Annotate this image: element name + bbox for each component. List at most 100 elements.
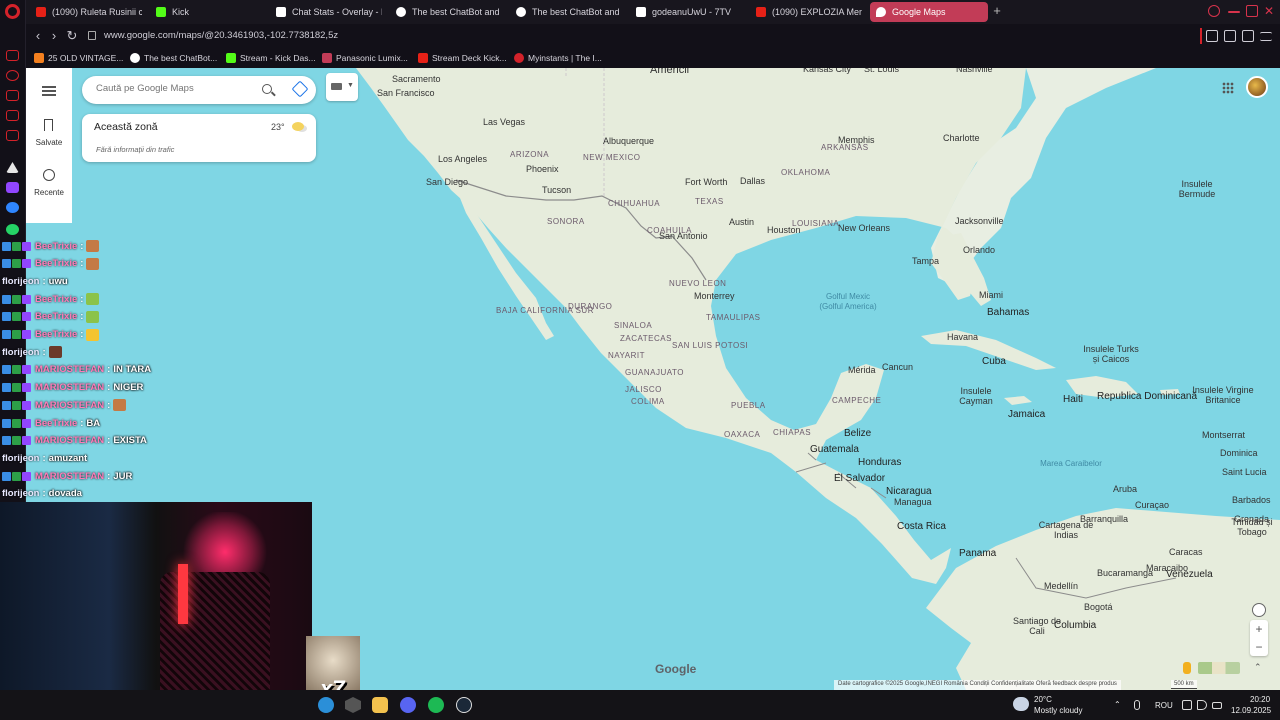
map-label[interactable]: Insulele Bermude — [1166, 179, 1228, 199]
bookmark-panasonic[interactable]: Panasonic Lumix... — [322, 51, 408, 65]
map-label[interactable]: Sacramento — [392, 74, 441, 84]
chevron-up-icon[interactable]: ⌃ — [1254, 662, 1262, 673]
map-label[interactable]: SINALOA — [614, 321, 652, 330]
map-label[interactable]: TAMAULIPAS — [706, 313, 761, 322]
map-label[interactable]: Nicaragua — [886, 486, 932, 497]
sidebar-aria-icon[interactable] — [6, 162, 19, 173]
menu-icon[interactable] — [42, 86, 56, 96]
search-icon[interactable] — [262, 84, 272, 94]
tab-chatbot-1[interactable]: The best ChatBot and W — [390, 2, 508, 22]
map-label[interactable]: St. Louis — [864, 68, 899, 74]
sidebar-wallet-icon[interactable] — [6, 110, 19, 121]
opera-logo-icon[interactable] — [5, 4, 20, 19]
map-label[interactable]: ARIZONA — [510, 150, 549, 159]
taskbar-spotify-icon[interactable] — [428, 697, 444, 713]
bookmark-myinstants[interactable]: Myinstants | The I... — [514, 51, 602, 65]
weather-temperature[interactable]: 20°C — [1034, 695, 1052, 704]
map-label[interactable]: NEW MEXICO — [583, 153, 640, 162]
extensions-icon[interactable] — [1206, 30, 1218, 42]
map-label[interactable]: Bahamas — [987, 307, 1029, 318]
taskbar-explorer-icon[interactable] — [372, 697, 388, 713]
map-label[interactable]: Cartagena de Indias — [1035, 520, 1097, 540]
google-apps-icon[interactable] — [1222, 82, 1234, 94]
clock-date[interactable]: 12.09.2025 — [1231, 706, 1271, 715]
tab-7tv[interactable]: godeanuUwU - 7TV — [630, 2, 748, 22]
map-label[interactable]: NUEVO LEON — [669, 279, 726, 288]
map-label[interactable]: Miami — [979, 290, 1003, 300]
tab-kick[interactable]: Kick — [150, 2, 268, 22]
search-input[interactable] — [96, 83, 256, 94]
map-label[interactable]: CAMPECHE — [832, 396, 881, 405]
display-icon[interactable] — [1182, 700, 1192, 710]
clock-time[interactable]: 20:20 — [1250, 695, 1270, 704]
sidebar-mail-icon[interactable] — [6, 50, 19, 61]
map-label[interactable]: OKLAHOMA — [781, 168, 830, 177]
map-label[interactable]: San Francisco — [377, 88, 435, 98]
pegman-icon[interactable] — [1183, 662, 1191, 674]
tab-google-maps[interactable]: Google Maps — [870, 2, 988, 22]
map-label[interactable]: Los Angeles — [438, 154, 487, 164]
tab-youtube-ruleta[interactable]: (1090) Ruleta Rusinii cu J — [30, 2, 148, 22]
map-label[interactable]: Republica Dominicană — [1097, 391, 1197, 402]
map-label[interactable]: Jamaica — [1008, 409, 1045, 420]
map-label[interactable]: Kansas City — [803, 68, 851, 74]
map-label[interactable]: OAXACA — [724, 430, 760, 439]
taskbar-app-icon[interactable] — [345, 697, 361, 713]
map-label[interactable]: Americii — [650, 68, 689, 76]
map-label[interactable]: Phoenix — [526, 164, 559, 174]
map-label[interactable]: LOUISIANA — [792, 219, 839, 228]
map-label[interactable]: Venezuela — [1166, 569, 1213, 580]
map-label[interactable]: Cuba — [982, 356, 1006, 367]
recent-label[interactable]: Recente — [26, 188, 72, 197]
map-label[interactable]: Austin — [729, 217, 754, 227]
account-avatar[interactable] — [1246, 76, 1268, 98]
sidebar-twitch-icon[interactable] — [6, 182, 19, 193]
map-label[interactable]: Dominica — [1220, 448, 1258, 458]
language-indicator[interactable]: ROU — [1155, 701, 1173, 710]
map-label[interactable]: Nashville — [956, 68, 993, 74]
sidebar-bag-icon[interactable] — [6, 90, 19, 101]
weather-condition[interactable]: Mostly cloudy — [1034, 706, 1082, 715]
map-label[interactable]: Havana — [947, 332, 978, 342]
map-label[interactable]: Haiti — [1063, 394, 1083, 405]
map-label[interactable]: Barbados — [1232, 495, 1271, 505]
map-label[interactable]: San Diego — [426, 177, 468, 187]
url-field[interactable]: www.google.com/maps/@20.3461903,-102.773… — [104, 30, 338, 41]
map-label[interactable]: Charlotte — [943, 133, 980, 143]
close-button[interactable]: ✕ — [1264, 5, 1276, 17]
map-label[interactable]: Aruba — [1113, 484, 1137, 494]
map-label[interactable]: Guatemala — [810, 444, 859, 455]
volume-icon[interactable] — [1197, 700, 1207, 710]
map-label[interactable]: Marea Caraibelor — [1040, 459, 1102, 469]
map-label[interactable]: DURANGO — [568, 302, 612, 311]
map-label[interactable]: Insulele Virgine Britanice — [1192, 385, 1254, 405]
recent-icon[interactable] — [43, 169, 55, 181]
sidebar-messenger-icon[interactable] — [6, 202, 19, 213]
map-label[interactable]: Tampa — [912, 256, 939, 266]
saved-icon[interactable] — [44, 119, 53, 131]
reload-button[interactable]: ↻ — [64, 28, 80, 44]
tab-youtube-explozia[interactable]: (1090) EXPLOZIA Merced — [750, 2, 868, 22]
map-label[interactable]: New Orleans — [838, 223, 890, 233]
map-label[interactable]: SONORA — [547, 217, 585, 226]
sidebar-history-icon[interactable] — [6, 70, 19, 81]
saved-label[interactable]: Salvate — [26, 138, 72, 147]
sidebar-pinboard-icon[interactable] — [6, 130, 19, 141]
cloudy-icon[interactable] — [1013, 697, 1029, 711]
taskbar-steam-icon[interactable] — [456, 697, 472, 713]
map-label[interactable]: Caracas — [1169, 547, 1203, 557]
map-label[interactable]: Golful Mexic (Golful America) — [817, 292, 879, 312]
map-label[interactable]: COLIMA — [631, 397, 665, 406]
map-label[interactable]: Costa Rica — [897, 521, 946, 532]
map-label[interactable]: Insulele Turks și Caicos — [1080, 344, 1142, 364]
layer-thumbnails[interactable] — [1198, 662, 1240, 674]
map-label[interactable]: Bucaramanga — [1097, 568, 1153, 578]
download-icon[interactable] — [1242, 30, 1254, 42]
new-tab-button[interactable]: + — [990, 4, 1004, 18]
microphone-icon[interactable] — [1134, 700, 1140, 710]
map-label[interactable]: Las Vegas — [483, 117, 525, 127]
zoom-in-button[interactable]: + — [1250, 620, 1268, 638]
easy-setup-icon[interactable] — [1260, 32, 1272, 41]
map-label[interactable]: ARKANSAS — [821, 143, 869, 152]
map-attribution[interactable]: Date cartografice ©2025 Google,INEGI Rom… — [834, 680, 1121, 690]
